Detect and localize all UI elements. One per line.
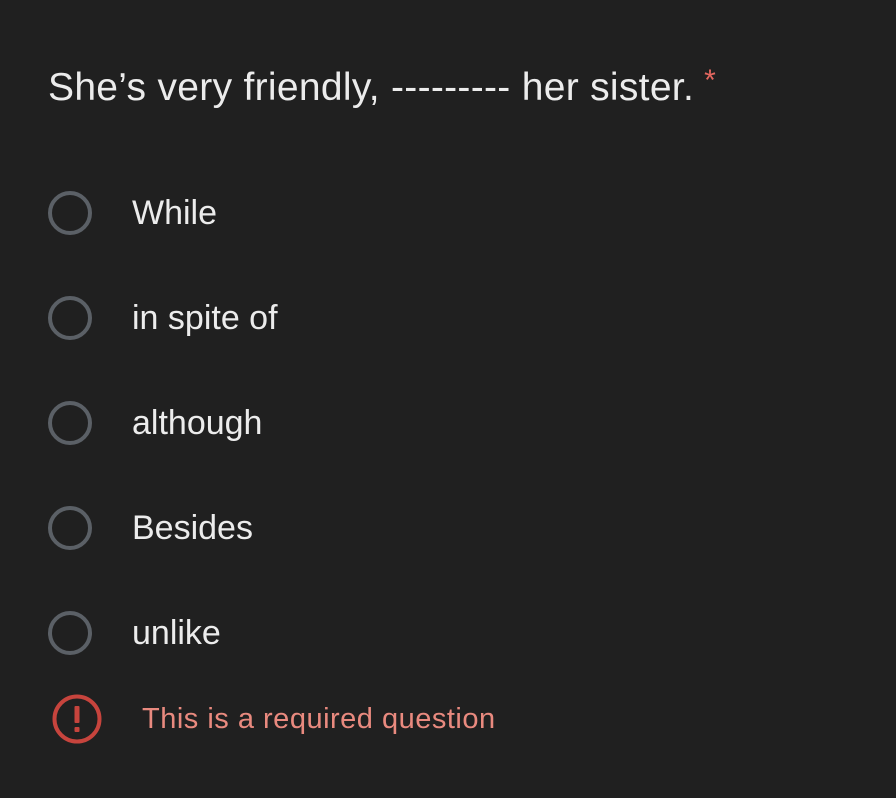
- error-icon: [52, 694, 102, 744]
- option-label: Besides: [132, 509, 253, 547]
- option-label: While: [132, 194, 218, 232]
- error-message: This is a required question: [142, 702, 496, 735]
- radio-button[interactable]: [48, 401, 92, 445]
- radio-button[interactable]: [48, 506, 92, 550]
- validation-error: This is a required question: [52, 694, 496, 744]
- option-label: unlike: [132, 614, 221, 652]
- required-asterisk: *: [704, 64, 717, 97]
- option-in-spite-of[interactable]: in spite of: [48, 292, 278, 344]
- question-title: She’s very friendly, --------- her siste…: [48, 62, 716, 117]
- option-besides[interactable]: Besides: [48, 502, 253, 554]
- option-label: although: [132, 404, 263, 442]
- question-text: She’s very friendly, --------- her siste…: [48, 66, 695, 109]
- radio-button[interactable]: [48, 191, 92, 235]
- option-although[interactable]: although: [48, 397, 262, 449]
- option-label: in spite of: [132, 299, 278, 337]
- option-unlike[interactable]: unlike: [48, 607, 221, 659]
- radio-button[interactable]: [48, 296, 92, 340]
- radio-button[interactable]: [48, 611, 92, 655]
- option-while[interactable]: While: [48, 187, 217, 239]
